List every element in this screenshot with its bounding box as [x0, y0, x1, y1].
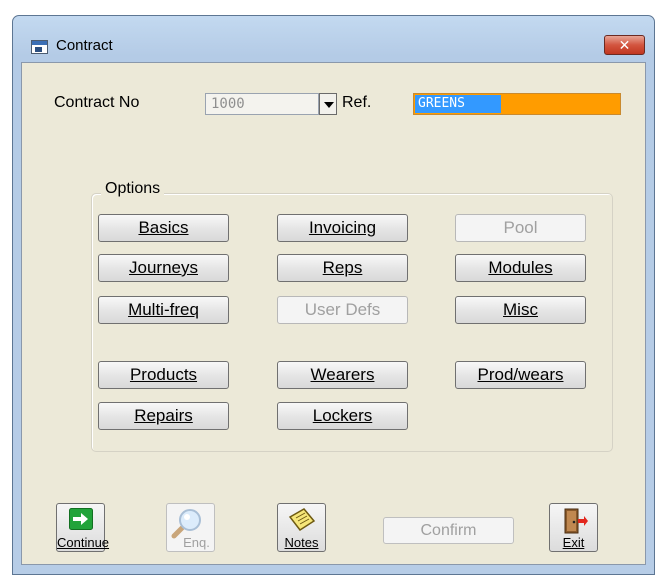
- invoicing-button[interactable]: Invoicing: [277, 214, 408, 242]
- prod-wears-button[interactable]: Prod/wears: [455, 361, 586, 389]
- exit-button[interactable]: Exit: [549, 503, 598, 552]
- enquiry-button[interactable]: Enq.: [166, 503, 215, 552]
- title-bar[interactable]: Contract ✕: [13, 16, 654, 62]
- reps-button[interactable]: Reps: [277, 254, 408, 282]
- pool-button[interactable]: Pool: [455, 214, 586, 242]
- window-title: Contract: [56, 37, 113, 54]
- contract-no-label: Contract No: [54, 94, 140, 111]
- contract-dropdown-button[interactable]: [319, 93, 337, 115]
- repairs-button[interactable]: Repairs: [98, 402, 229, 430]
- chevron-down-icon: [324, 102, 334, 108]
- app-window-icon: [31, 40, 48, 54]
- ref-label: Ref.: [342, 94, 372, 111]
- window-bottom-edge: [21, 565, 646, 569]
- notes-button[interactable]: Notes: [277, 503, 326, 552]
- close-button[interactable]: ✕: [604, 35, 645, 55]
- door-exit-icon: [564, 508, 588, 534]
- continue-button[interactable]: Continue: [56, 503, 110, 552]
- contract-window: Contract ✕ Contract No 1000 Ref. GREENS …: [12, 15, 655, 575]
- notes-label: Notes: [284, 535, 319, 550]
- multi-freq-button[interactable]: Multi-freq: [98, 296, 229, 324]
- lockers-button[interactable]: Lockers: [277, 402, 408, 430]
- dialog-body: Contract No 1000 Ref. GREENS Options Bas…: [21, 62, 646, 565]
- ref-field[interactable]: GREENS: [413, 93, 621, 115]
- options-group-title: Options: [101, 180, 165, 198]
- enq-label: Enq.: [183, 535, 210, 550]
- journeys-button[interactable]: Journeys: [98, 254, 229, 282]
- contract-no-field[interactable]: 1000: [205, 93, 319, 115]
- modules-button[interactable]: Modules: [455, 254, 586, 282]
- ref-value: GREENS: [415, 95, 501, 113]
- products-button[interactable]: Products: [98, 361, 229, 389]
- misc-button[interactable]: Misc: [455, 296, 586, 324]
- basics-button[interactable]: Basics: [98, 214, 229, 242]
- user-defs-button[interactable]: User Defs: [277, 296, 408, 324]
- exit-label: Exit: [562, 535, 585, 550]
- notepad-icon: [288, 508, 316, 532]
- wearers-button[interactable]: Wearers: [277, 361, 408, 389]
- continue-label: Continue: [57, 535, 110, 550]
- green-arrow-right-icon: [69, 508, 93, 530]
- confirm-button[interactable]: Confirm: [383, 517, 514, 544]
